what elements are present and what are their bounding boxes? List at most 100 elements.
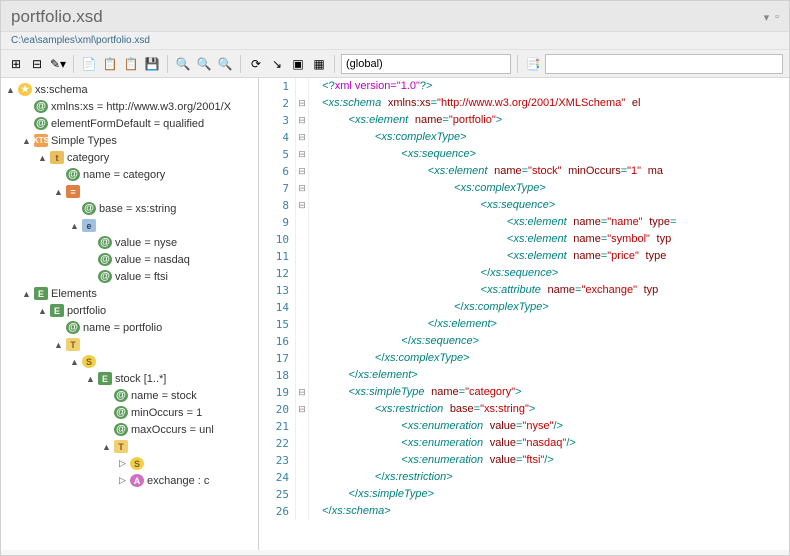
- code-text[interactable]: <xs:element name="name" type=: [309, 216, 789, 229]
- code-line[interactable]: 17 </xs:complexType>: [259, 350, 789, 367]
- code-text[interactable]: </xs:sequence>: [309, 335, 789, 348]
- code-line[interactable]: 4⊟ <xs:complexType>: [259, 129, 789, 146]
- code-line[interactable]: 9 <xs:element name="name" type=: [259, 214, 789, 231]
- expand-icon[interactable]: ▲: [101, 441, 112, 452]
- fold-icon[interactable]: ⊟: [295, 197, 309, 214]
- code-line[interactable]: 20⊟ <xs:restriction base="xs:string">: [259, 401, 789, 418]
- code-text[interactable]: </xs:schema>: [309, 505, 789, 518]
- fold-icon[interactable]: ⊟: [295, 180, 309, 197]
- tree-node[interactable]: ▲S: [1, 353, 258, 370]
- code-line[interactable]: 7⊟ <xs:complexType>: [259, 180, 789, 197]
- tree-node[interactable]: @base = xs:string: [1, 200, 258, 217]
- tree-node[interactable]: ▲T: [1, 336, 258, 353]
- code-line[interactable]: 15 </xs:element>: [259, 316, 789, 333]
- fold-icon[interactable]: ⊟: [295, 95, 309, 112]
- code-line[interactable]: 12 </xs:sequence>: [259, 265, 789, 282]
- tree-node[interactable]: ▷Aexchange : c: [1, 472, 258, 489]
- code-text[interactable]: <xs:element name="portfolio">: [309, 114, 789, 127]
- code-line[interactable]: 16 </xs:sequence>: [259, 333, 789, 350]
- tb-list-icon[interactable]: ⊟: [28, 55, 46, 73]
- expand-icon[interactable]: ▲: [85, 373, 96, 384]
- code-text[interactable]: <xs:element name="symbol" typ: [309, 233, 789, 246]
- expand-icon[interactable]: ▲: [37, 305, 48, 316]
- code-text[interactable]: </xs:element>: [309, 369, 789, 382]
- code-text[interactable]: </xs:complexType>: [309, 301, 789, 314]
- tb-save-icon[interactable]: 💾: [143, 55, 161, 73]
- fold-icon[interactable]: ⊟: [295, 401, 309, 418]
- code-text[interactable]: </xs:complexType>: [309, 352, 789, 365]
- code-text[interactable]: <xs:element name="stock" minOccurs="1" m…: [309, 165, 789, 178]
- code-text[interactable]: <xs:element name="price" type: [309, 250, 789, 263]
- code-line[interactable]: 22 <xs:enumeration value="nasdaq"/>: [259, 435, 789, 452]
- dropdown-icon[interactable]: ▾: [764, 11, 770, 24]
- tree-node[interactable]: @value = nyse: [1, 234, 258, 251]
- code-text[interactable]: <xs:enumeration value="nasdaq"/>: [309, 437, 789, 450]
- tb-window-icon[interactable]: ▣: [289, 55, 307, 73]
- expand-icon[interactable]: ▷: [117, 458, 128, 469]
- code-line[interactable]: 19⊟ <xs:simpleType name="category">: [259, 384, 789, 401]
- tree-node[interactable]: ▲=: [1, 183, 258, 200]
- tree-node[interactable]: ▲Eportfolio: [1, 302, 258, 319]
- code-text[interactable]: <xs:simpleType name="category">: [309, 386, 789, 399]
- code-text[interactable]: <xs:restriction base="xs:string">: [309, 403, 789, 416]
- code-text[interactable]: <xs:schema xmlns:xs="http://www.w3.org/2…: [309, 97, 789, 110]
- expand-icon[interactable]: ▲: [21, 135, 32, 146]
- tb-tree-icon[interactable]: ⊞: [7, 55, 25, 73]
- source-editor[interactable]: 1 <?xml version="1.0"?>2⊟ <xs:schema xml…: [259, 78, 789, 550]
- tree-node[interactable]: ▲e: [1, 217, 258, 234]
- tb-refresh-icon[interactable]: ⟳: [247, 55, 265, 73]
- tb-new-icon[interactable]: 📄: [80, 55, 98, 73]
- tb-find-icon[interactable]: 🔍: [174, 55, 192, 73]
- tree-node[interactable]: @value = ftsi: [1, 268, 258, 285]
- code-text[interactable]: <xs:sequence>: [309, 148, 789, 161]
- fold-icon[interactable]: ⊟: [295, 129, 309, 146]
- code-text[interactable]: </xs:restriction>: [309, 471, 789, 484]
- code-line[interactable]: 23 <xs:enumeration value="ftsi"/>: [259, 452, 789, 469]
- code-line[interactable]: 21 <xs:enumeration value="nyse"/>: [259, 418, 789, 435]
- tree-node[interactable]: ▲KTSSimple Types: [1, 132, 258, 149]
- fold-icon[interactable]: ⊟: [295, 112, 309, 129]
- code-text[interactable]: <xs:complexType>: [309, 182, 789, 195]
- code-line[interactable]: 14 </xs:complexType>: [259, 299, 789, 316]
- fold-icon[interactable]: ⊟: [295, 146, 309, 163]
- code-line[interactable]: 6⊟ <xs:element name="stock" minOccurs="1…: [259, 163, 789, 180]
- expand-icon[interactable]: ▲: [53, 339, 64, 350]
- expand-icon[interactable]: ▲: [21, 288, 32, 299]
- expand-icon[interactable]: ▲: [5, 84, 16, 95]
- tb-paste-icon[interactable]: 📋: [122, 55, 140, 73]
- fold-icon[interactable]: ⊟: [295, 163, 309, 180]
- code-text[interactable]: <xs:sequence>: [309, 199, 789, 212]
- code-line[interactable]: 1 <?xml version="1.0"?>: [259, 78, 789, 95]
- code-line[interactable]: 24 </xs:restriction>: [259, 469, 789, 486]
- code-text[interactable]: </xs:simpleType>: [309, 488, 789, 501]
- tree-node[interactable]: @name = portfolio: [1, 319, 258, 336]
- tree-node[interactable]: @name = stock: [1, 387, 258, 404]
- code-line[interactable]: 5⊟ <xs:sequence>: [259, 146, 789, 163]
- code-text[interactable]: </xs:sequence>: [309, 267, 789, 280]
- code-text[interactable]: <xs:enumeration value="nyse"/>: [309, 420, 789, 433]
- expand-icon[interactable]: ▲: [69, 356, 80, 367]
- tree-node[interactable]: @elementFormDefault = qualified: [1, 115, 258, 132]
- expand-icon[interactable]: ▲: [69, 220, 80, 231]
- tree-node[interactable]: ▲★xs:schema: [1, 81, 258, 98]
- tree-node[interactable]: ▲EElements: [1, 285, 258, 302]
- expand-icon[interactable]: ▲: [37, 152, 48, 163]
- tree-node[interactable]: ▲Estock [1..*]: [1, 370, 258, 387]
- tree-node[interactable]: @maxOccurs = unl: [1, 421, 258, 438]
- tree-node[interactable]: ▷S: [1, 455, 258, 472]
- code-line[interactable]: 26 </xs:schema>: [259, 503, 789, 520]
- tree-node[interactable]: ▲tcategory: [1, 149, 258, 166]
- code-text[interactable]: <xs:attribute name="exchange" typ: [309, 284, 789, 297]
- tb-copy-icon[interactable]: 📋: [101, 55, 119, 73]
- code-text[interactable]: <xs:enumeration value="ftsi"/>: [309, 454, 789, 467]
- search-input[interactable]: [545, 54, 783, 74]
- expand-icon[interactable]: ▲: [53, 186, 64, 197]
- maximize-icon[interactable]: ▫: [775, 11, 779, 24]
- tb-jump-icon[interactable]: 📑: [524, 55, 542, 73]
- tb-replace-icon[interactable]: 🔍: [195, 55, 213, 73]
- fold-icon[interactable]: ⊟: [295, 384, 309, 401]
- code-line[interactable]: 18 </xs:element>: [259, 367, 789, 384]
- code-line[interactable]: 10 <xs:element name="symbol" typ: [259, 231, 789, 248]
- tb-goto-icon[interactable]: 🔍: [216, 55, 234, 73]
- tb-edit-icon[interactable]: ✎▾: [49, 55, 67, 73]
